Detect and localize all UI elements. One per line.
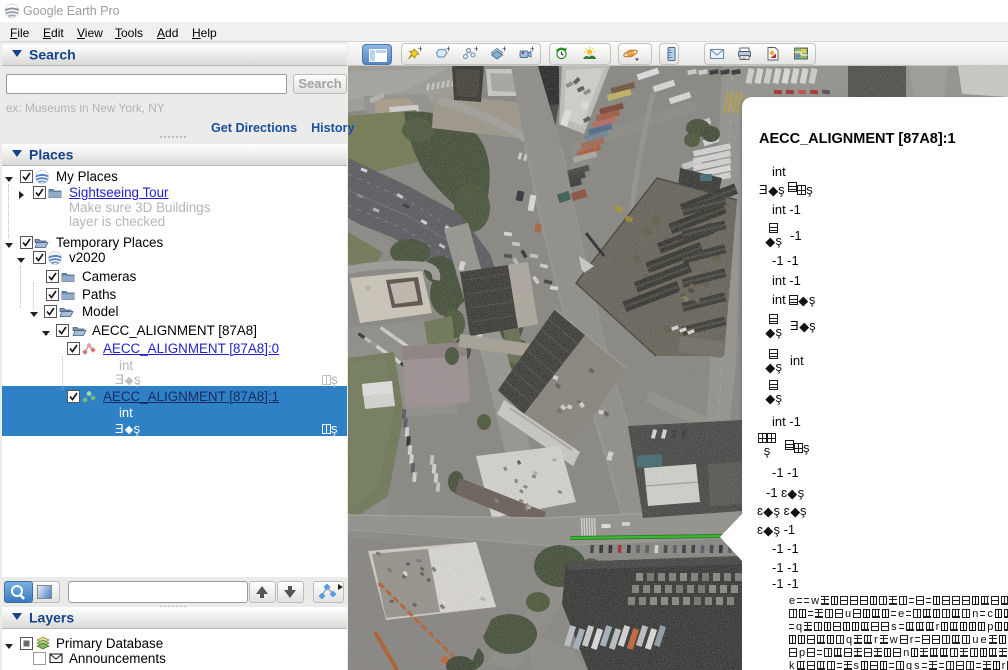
svg-text:+: + xyxy=(446,46,450,54)
svg-text:+: + xyxy=(502,46,506,54)
svg-text:+: + xyxy=(530,46,534,54)
svg-text:+: + xyxy=(474,46,478,54)
svg-text:+: + xyxy=(418,46,422,54)
